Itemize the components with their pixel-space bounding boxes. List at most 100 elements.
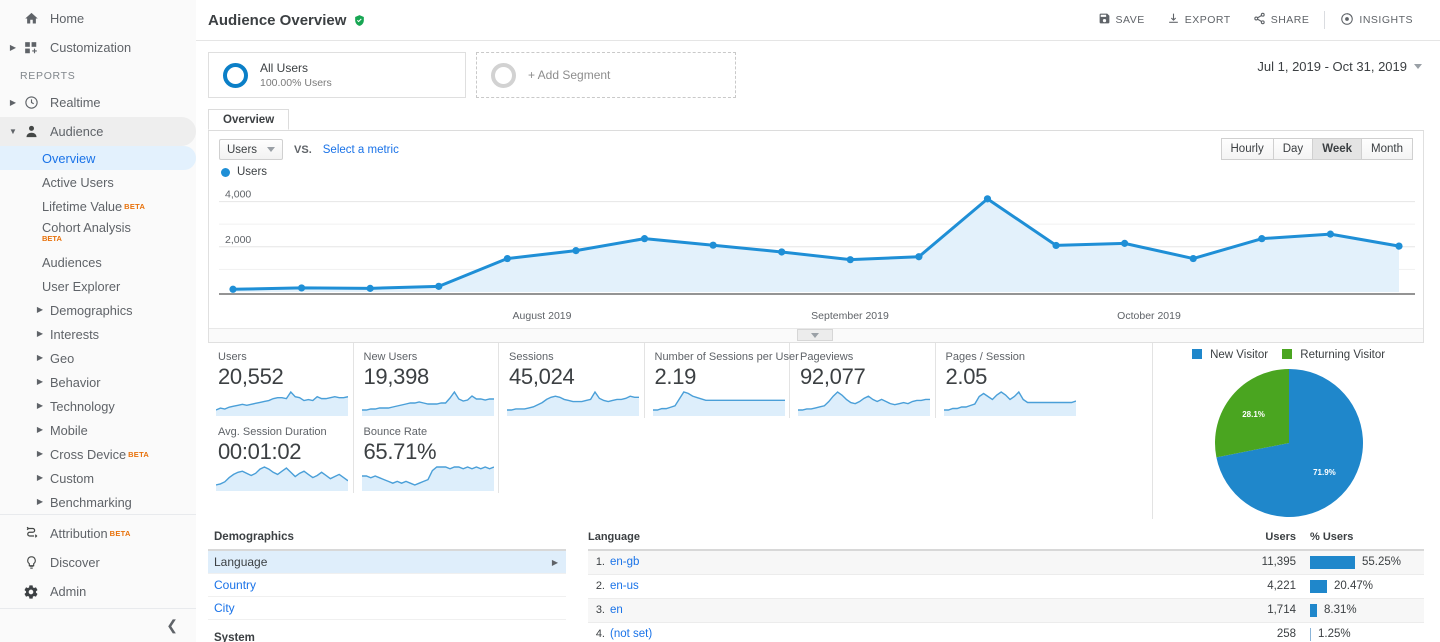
metric-card-users[interactable]: Users 20,552 <box>208 343 354 418</box>
metric-card-bounce-rate[interactable]: Bounce Rate 65.71% <box>354 418 499 493</box>
dimension-country[interactable]: Country <box>208 574 566 597</box>
bulb-icon <box>20 555 42 570</box>
table-header-row: Language Users % Users <box>588 529 1424 551</box>
add-segment-button[interactable]: + Add Segment <box>476 52 736 98</box>
language-link[interactable]: (not set) <box>610 628 652 640</box>
metric-card-label: Bounce Rate <box>363 426 428 438</box>
tab-overview[interactable]: Overview <box>208 109 290 130</box>
export-button[interactable]: EXPORT <box>1156 6 1242 34</box>
sidebar-item-attribution[interactable]: Attribution BETA <box>0 519 196 548</box>
sidebar-item-home[interactable]: Home <box>0 4 196 33</box>
segment-text: All Users 100.00% Users <box>260 61 332 90</box>
sidebar-item-label: Interests <box>50 326 100 342</box>
sidebar: Home ▶ Customization REPORTS ▶ Realtime … <box>0 0 196 642</box>
column-header-percent-users[interactable]: % Users <box>1304 529 1424 551</box>
date-range-picker[interactable]: Jul 1, 2019 - Oct 31, 2019 <box>1257 59 1422 74</box>
sidebar-item-label: Audiences <box>42 254 102 270</box>
metric-card-sessions[interactable]: Sessions 45,024 <box>499 343 645 418</box>
sidebar-scroll-region[interactable]: Home ▶ Customization REPORTS ▶ Realtime … <box>0 0 196 538</box>
percent-value: 1.25% <box>1318 628 1351 640</box>
table-row[interactable]: 3. en 1,714 8.31% <box>588 598 1424 623</box>
sidebar-item-label: Benchmarking <box>50 494 132 510</box>
dimension-label: Language <box>214 555 268 569</box>
pie-legend-item-new: New Visitor <box>1191 349 1268 361</box>
chevron-right-icon: ▶ <box>36 305 44 314</box>
save-icon <box>1098 12 1111 28</box>
svg-text:71.9%: 71.9% <box>1313 468 1336 477</box>
row-percent: 55.25% <box>1304 550 1424 575</box>
chart-scrollbar[interactable] <box>209 328 1423 342</box>
sidebar-item-geo[interactable]: ▶ Geo <box>0 346 196 370</box>
sidebar-item-user-explorer[interactable]: User Explorer <box>0 274 196 298</box>
table-row[interactable]: 1. en-gb 11,395 55.25% <box>588 550 1424 575</box>
language-link[interactable]: en-us <box>610 580 639 592</box>
sidebar-item-audience[interactable]: ▼ Audience <box>0 117 196 146</box>
segment-all-users[interactable]: All Users 100.00% Users <box>208 52 466 98</box>
pie-chart[interactable]: 71.9% 28.1% <box>1213 367 1365 519</box>
save-button[interactable]: SAVE <box>1087 6 1156 34</box>
sidebar-item-cohort-analysis[interactable]: Cohort Analysis BETA <box>0 218 196 250</box>
language-table: Language Users % Users 1. en-gb 11,395 55.2… <box>588 529 1424 642</box>
attribution-icon <box>20 526 42 541</box>
sidebar-item-lifetime-value[interactable]: Lifetime Value BETA <box>0 194 196 218</box>
sidebar-item-discover[interactable]: Discover <box>0 548 196 577</box>
dimension-language[interactable]: Language ▶ <box>208 551 566 574</box>
sidebar-item-overview[interactable]: Overview <box>0 146 196 170</box>
sidebar-item-demographics[interactable]: ▶ Demographics <box>0 298 196 322</box>
row-language: en-gb <box>610 550 957 575</box>
sidebar-item-cross-device[interactable]: ▶ Cross Device BETA <box>0 442 196 466</box>
row-language: en-us <box>610 574 957 599</box>
metric-select[interactable]: Users <box>219 139 284 160</box>
chevron-down-icon: ▼ <box>9 126 17 136</box>
column-header-language[interactable]: Language <box>588 529 957 551</box>
granularity-label: Week <box>1322 143 1353 155</box>
metric-card-value: 20,552 <box>218 364 284 389</box>
table-row[interactable]: 4. (not set) 258 1.25% <box>588 622 1424 642</box>
dimension-city[interactable]: City <box>208 597 566 620</box>
metric-card-value: 2.19 <box>654 364 697 389</box>
dimension-label: Country <box>214 578 257 592</box>
sidebar-item-behavior[interactable]: ▶ Behavior <box>0 370 196 394</box>
granularity-week[interactable]: Week <box>1312 138 1363 160</box>
sidebar-item-benchmarking[interactable]: ▶ Benchmarking <box>0 490 196 514</box>
metric-card-avg-session-duration[interactable]: Avg. Session Duration 00:01:02 <box>208 418 354 493</box>
metric-card-pages-per-session[interactable]: Pages / Session 2.05 <box>936 343 1082 418</box>
granularity-hourly[interactable]: Hourly <box>1220 138 1274 160</box>
select-a-metric-link[interactable]: Select a metric <box>323 144 399 156</box>
svg-text:28.1%: 28.1% <box>1242 410 1265 419</box>
sidebar-item-admin[interactable]: Admin <box>0 577 196 606</box>
sidebar-item-active-users[interactable]: Active Users <box>0 170 196 194</box>
granularity-day[interactable]: Day <box>1272 138 1314 160</box>
metric-card-pageviews[interactable]: Pageviews 92,077 <box>790 343 936 418</box>
metric-card-sessions-per-user[interactable]: Number of Sessions per User 2.19 <box>645 343 799 418</box>
language-link[interactable]: en <box>610 604 623 616</box>
sidebar-item-audiences[interactable]: Audiences <box>0 250 196 274</box>
table-row[interactable]: 2. en-us 4,221 20.47% <box>588 574 1424 599</box>
column-header-users[interactable]: Users <box>956 529 1304 551</box>
sidebar-item-label: Custom <box>50 470 95 486</box>
language-link[interactable]: en-gb <box>610 556 639 568</box>
row-index: 1. <box>588 550 610 575</box>
metric-card-new-users[interactable]: New Users 19,398 <box>354 343 499 418</box>
beta-badge: BETA <box>109 529 131 538</box>
share-button[interactable]: SHARE <box>1242 6 1321 34</box>
chart-x-axis: ... August 2019 September 2019 October 2… <box>219 308 1413 332</box>
chevron-left-icon[interactable]: ❮ <box>166 617 178 634</box>
sidebar-item-mobile[interactable]: ▶ Mobile <box>0 418 196 442</box>
sidebar-item-realtime[interactable]: ▶ Realtime <box>0 88 196 117</box>
sidebar-item-label: Active Users <box>42 174 114 190</box>
sidebar-item-technology[interactable]: ▶ Technology <box>0 394 196 418</box>
sidebar-item-custom[interactable]: ▶ Custom <box>0 466 196 490</box>
users-line-chart[interactable]: 2,000 4,000 <box>219 180 1415 308</box>
chart-scroll-handle[interactable] <box>797 329 833 341</box>
chevron-right-icon: ▶ <box>36 425 44 434</box>
insights-button[interactable]: INSIGHTS <box>1329 6 1424 34</box>
demographics-panel: Demographics Language ▶ Country City Sys… <box>208 529 588 642</box>
sidebar-item-customization[interactable]: ▶ Customization <box>0 33 196 62</box>
chevron-right-icon: ▶ <box>36 353 44 362</box>
metric-card-value: 45,024 <box>509 364 575 389</box>
person-icon <box>20 124 42 139</box>
granularity-month[interactable]: Month <box>1361 138 1413 160</box>
sidebar-item-interests[interactable]: ▶ Interests <box>0 322 196 346</box>
gear-icon <box>20 584 42 600</box>
